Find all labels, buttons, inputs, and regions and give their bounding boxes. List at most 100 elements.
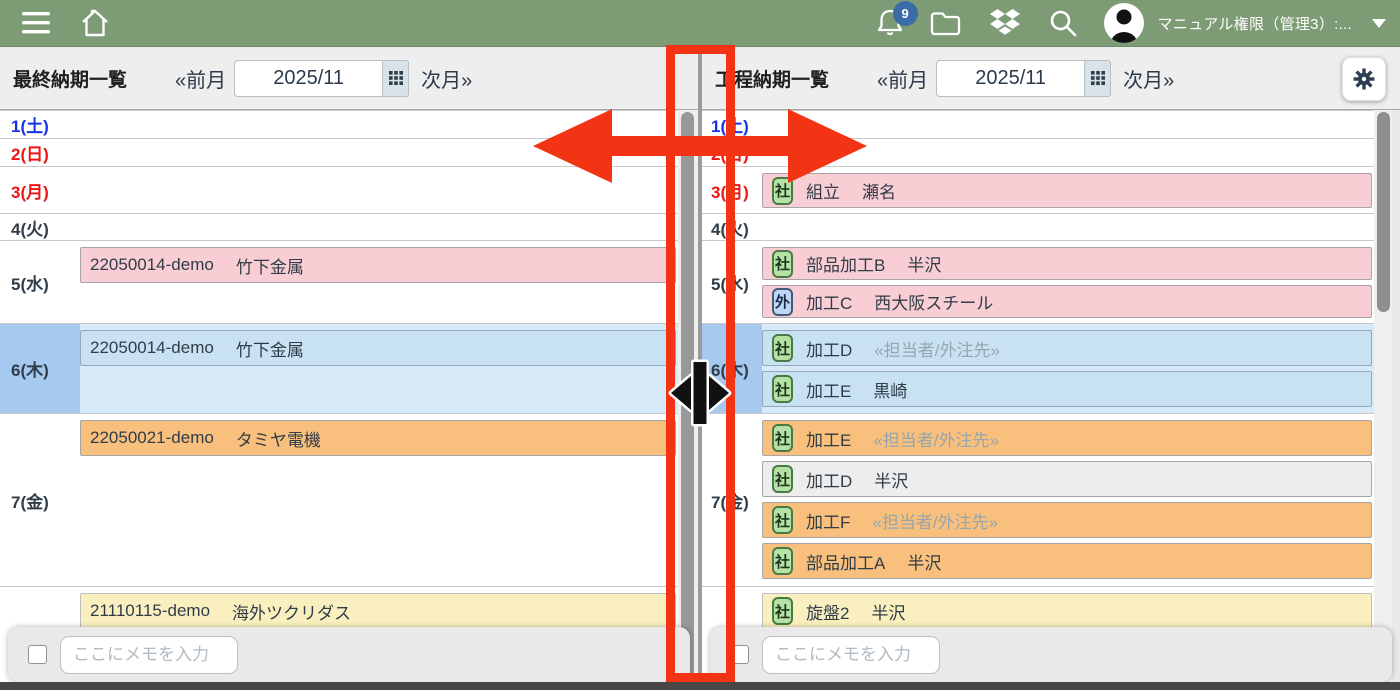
calendar-row: 3(月) (0, 166, 678, 213)
user-role-label: マニュアル権限（管理3）:... (1158, 13, 1352, 34)
order-bar[interactable]: 22050014-demo 竹下金属 (80, 247, 676, 283)
prev-month-button[interactable]: «前月 (175, 64, 226, 93)
process-name: 加工D (806, 336, 852, 361)
memo-checkbox[interactable] (730, 645, 749, 664)
left-panel-toolbar: 最終納期一覧 «前月 次月» (0, 47, 698, 110)
scrollbar-thumb[interactable] (1377, 112, 1390, 312)
process-bar[interactable]: 社 加工E «担当者/外注先» (762, 420, 1372, 456)
settings-button[interactable] (1342, 57, 1386, 101)
day-label: 6(木) (702, 324, 762, 413)
process-bar[interactable]: 社 加工D 半沢 (762, 461, 1372, 497)
external-badge: 外 (772, 288, 793, 316)
bell-icon[interactable]: 9 (876, 8, 904, 38)
order-code: 22050014-demo (90, 255, 214, 275)
day-label: 2(日) (0, 139, 80, 166)
calendar-row-selected: 6(木) 22050014-demo 竹下金属 (0, 323, 678, 413)
process-bar[interactable]: 社 加工D «担当者/外注先» (762, 330, 1372, 366)
memo-input[interactable] (762, 636, 940, 674)
calendar-row: 3(月) 社 組立 瀬名 (702, 166, 1374, 213)
order-code: 21110115-demo (90, 601, 210, 621)
gear-icon (1352, 67, 1376, 91)
month-input[interactable] (936, 60, 1084, 97)
process-bar[interactable]: 社 部品加工B 半沢 (762, 247, 1372, 280)
scrollbar-thumb[interactable] (681, 112, 694, 678)
search-icon[interactable] (1048, 8, 1078, 38)
order-bar[interactable]: 22050014-demo 竹下金属 (80, 330, 676, 366)
assignee-name: 黒崎 (873, 377, 907, 402)
process-name: 加工C (806, 289, 852, 314)
order-bar[interactable]: 21110115-demo 海外ツクリダス (80, 593, 676, 629)
process-name: 旋盤2 (806, 599, 849, 624)
left-memo-panel (8, 627, 690, 682)
process-name: 加工F (806, 508, 850, 533)
day-label: 7(金) (702, 414, 762, 586)
calendar-picker-button[interactable] (1084, 60, 1111, 97)
dropbox-icon[interactable] (988, 8, 1022, 38)
calendar-row: 2(日) (0, 138, 678, 166)
process-bar[interactable]: 社 組立 瀬名 (762, 173, 1372, 208)
assignee-name: 半沢 (907, 251, 941, 276)
internal-badge: 社 (772, 250, 793, 278)
left-panel-title: 最終納期一覧 (13, 65, 127, 92)
process-name: 部品加工B (806, 251, 885, 276)
process-bar[interactable]: 社 旋盤2 半沢 (762, 593, 1372, 629)
memo-checkbox[interactable] (28, 645, 47, 664)
left-panel-scrollbar[interactable] (678, 110, 698, 682)
process-bar[interactable]: 社 加工E 黒崎 (762, 371, 1372, 407)
internal-badge: 社 (772, 597, 793, 625)
calendar-grid-icon (389, 71, 403, 85)
calendar-grid-icon (1091, 71, 1105, 85)
process-bar[interactable]: 社 加工F «担当者/外注先» (762, 502, 1372, 538)
assignee-placeholder: «担当者/外注先» (874, 336, 1000, 361)
menu-icon[interactable] (22, 12, 50, 34)
bottom-edge (0, 682, 1400, 690)
calendar-row: 5(水) 社 部品加工B 半沢 外 加工C 西大阪スチール (702, 240, 1374, 323)
assignee-name: 西大阪スチール (874, 289, 993, 314)
next-month-button[interactable]: 次月» (1123, 64, 1174, 93)
day-label: 1(土) (702, 111, 762, 138)
order-bar[interactable]: 22050021-demo タミヤ電機 (80, 420, 676, 456)
customer-name: 海外ツクリダス (232, 599, 351, 624)
right-panel-scrollbar[interactable] (1374, 110, 1392, 682)
internal-badge: 社 (772, 424, 793, 452)
home-icon[interactable] (80, 9, 110, 37)
internal-badge: 社 (772, 375, 793, 403)
left-calendar: 1(土) 2(日) 3(月) 4(火) 5(水) 22050014-demo 竹… (0, 110, 678, 682)
process-name: 組立 (806, 178, 840, 203)
day-label: 3(月) (0, 167, 80, 213)
right-panel-title: 工程納期一覧 (715, 65, 829, 92)
assignee-name: 半沢 (871, 599, 905, 624)
month-input[interactable] (234, 60, 382, 97)
calendar-picker-button[interactable] (382, 60, 409, 97)
order-code: 22050021-demo (90, 428, 214, 448)
order-code: 22050014-demo (90, 338, 214, 358)
user-menu[interactable]: マニュアル権限（管理3）:... (1158, 13, 1386, 34)
calendar-row: 4(火) (702, 213, 1374, 240)
right-panel-toolbar: 工程納期一覧 «前月 次月» (702, 47, 1400, 110)
right-edge-strip (1392, 110, 1400, 682)
right-memo-panel (710, 627, 1392, 682)
assignee-placeholder: «担当者/外注先» (872, 508, 998, 533)
process-bar[interactable]: 外 加工C 西大阪スチール (762, 285, 1372, 318)
day-label: 7(金) (0, 414, 80, 586)
folder-icon[interactable] (930, 10, 962, 36)
calendar-row: 7(金) 22050021-demo タミヤ電機 (0, 413, 678, 586)
process-name: 部品加工A (806, 549, 885, 574)
day-label: 3(月) (702, 167, 762, 213)
day-label: 5(水) (0, 241, 80, 323)
calendar-row: 5(水) 22050014-demo 竹下金属 (0, 240, 678, 323)
notification-badge: 9 (893, 1, 918, 26)
internal-badge: 社 (772, 334, 793, 362)
process-bar[interactable]: 社 部品加工A 半沢 (762, 543, 1372, 579)
next-month-button[interactable]: 次月» (421, 64, 472, 93)
panel-divider[interactable] (698, 47, 702, 682)
assignee-name: 半沢 (907, 549, 941, 574)
avatar[interactable] (1104, 3, 1144, 43)
day-label: 4(火) (702, 214, 762, 240)
customer-name: 竹下金属 (236, 336, 304, 361)
internal-badge: 社 (772, 547, 793, 575)
prev-month-button[interactable]: «前月 (877, 64, 928, 93)
internal-badge: 社 (772, 177, 793, 205)
day-label: 6(木) (0, 324, 80, 413)
memo-input[interactable] (60, 636, 238, 674)
